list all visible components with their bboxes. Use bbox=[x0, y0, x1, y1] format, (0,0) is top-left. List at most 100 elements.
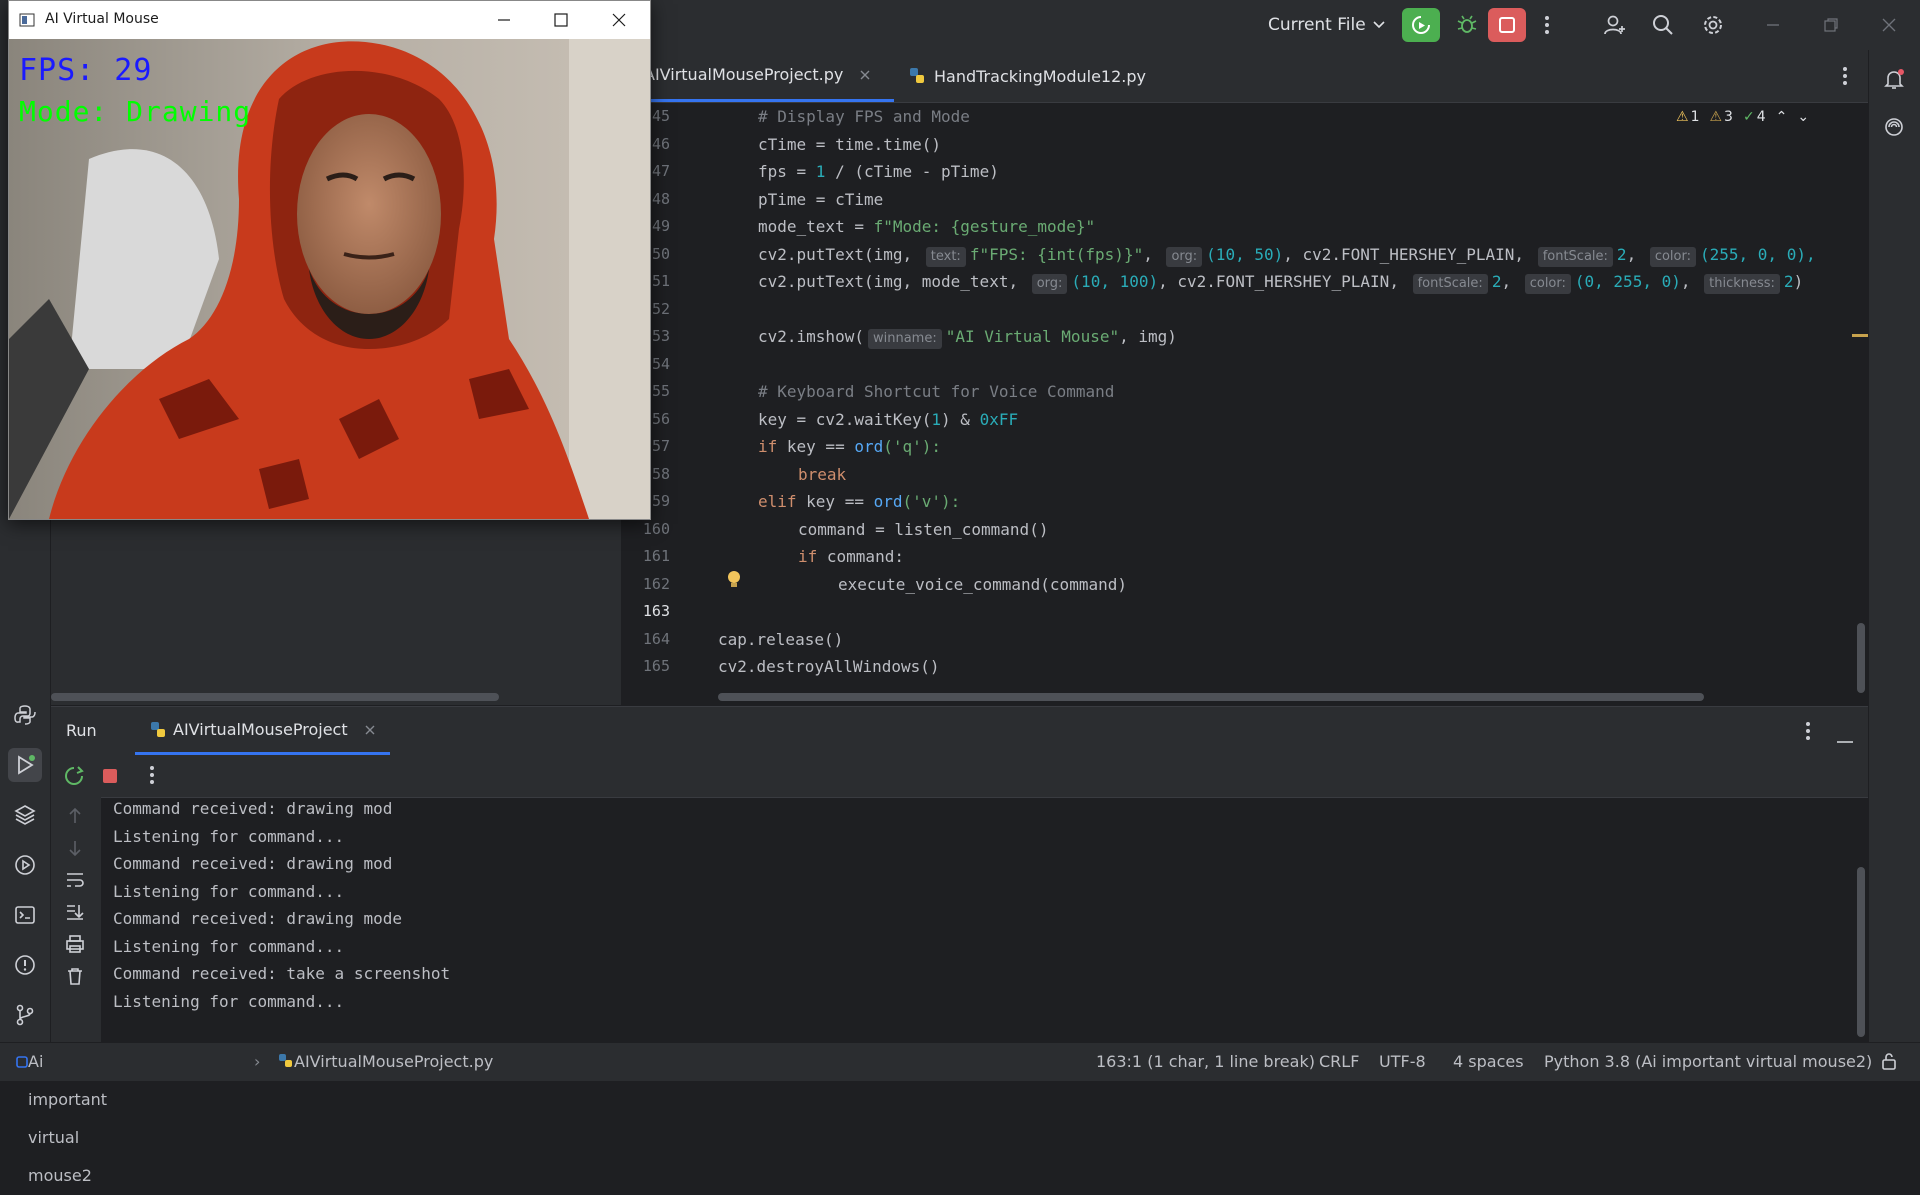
file-encoding[interactable]: UTF-8 bbox=[1379, 1043, 1426, 1081]
close-icon[interactable] bbox=[364, 724, 376, 736]
arrow-up-icon[interactable] bbox=[67, 807, 83, 829]
code-editor[interactable]: ⚠ 1 ⚠ 3 ✓ 4 ⌃ ⌄ # Display FPS and Mode cTime… bbox=[718, 103, 1868, 703]
app-icon bbox=[19, 13, 35, 27]
more-vertical-icon bbox=[1843, 67, 1847, 85]
param-hint: color: bbox=[1524, 274, 1571, 294]
run-more-button[interactable] bbox=[149, 765, 155, 789]
stop-button[interactable] bbox=[1488, 8, 1526, 42]
console-vertical-scrollbar[interactable] bbox=[1857, 867, 1865, 1037]
code-with-me-button[interactable] bbox=[1596, 0, 1634, 50]
code-line: fps = 1 / (cTime - pTime) bbox=[758, 162, 999, 181]
close-icon bbox=[1882, 18, 1896, 32]
ai-assistant-icon bbox=[1885, 118, 1903, 136]
warning-stripe-marker[interactable] bbox=[1852, 334, 1868, 337]
weak-warning-icon: ⚠ bbox=[1709, 109, 1723, 125]
python-packages-button[interactable] bbox=[8, 798, 42, 832]
run-toolbar bbox=[51, 755, 1868, 798]
camera-window-title: AI Virtual Mouse bbox=[45, 11, 159, 27]
settings-button[interactable] bbox=[1694, 0, 1732, 50]
terminal-button[interactable] bbox=[8, 898, 42, 932]
indent-setting[interactable]: 4 spaces bbox=[1453, 1043, 1524, 1081]
python-file-icon bbox=[279, 1054, 292, 1067]
param-hint: winname: bbox=[867, 329, 942, 349]
lock-icon[interactable] bbox=[1880, 1043, 1898, 1081]
module-icon bbox=[16, 1056, 28, 1068]
console-side-toolbar bbox=[51, 797, 101, 1043]
editor-horizontal-scrollbar[interactable] bbox=[718, 693, 1704, 701]
minimize-icon[interactable] bbox=[497, 13, 511, 27]
check-icon: ✓ bbox=[1742, 109, 1755, 125]
breadcrumb-file[interactable]: AIVirtualMouseProject.py bbox=[278, 1043, 493, 1081]
console-line: Command received: take a screenshot bbox=[113, 964, 451, 983]
rerun-button[interactable] bbox=[1402, 8, 1440, 42]
chevron-up-icon[interactable]: ⌃ bbox=[1776, 109, 1788, 125]
param-hint: fontScale: bbox=[1537, 246, 1613, 267]
python-file-icon bbox=[151, 721, 165, 737]
breadcrumb-project[interactable]: Ai important virtual mouse2 bbox=[16, 1043, 107, 1185]
tab-label: AIVirtualMouseProject.py bbox=[644, 65, 844, 84]
minimize-icon bbox=[1767, 24, 1779, 26]
scroll-to-end-icon[interactable] bbox=[65, 903, 85, 925]
more-vertical-icon bbox=[1806, 722, 1810, 740]
layers-icon bbox=[14, 805, 36, 825]
camera-window-titlebar[interactable]: AI Virtual Mouse bbox=[9, 1, 650, 39]
minimize-button[interactable] bbox=[1754, 0, 1792, 50]
run-config-selector[interactable]: Current File bbox=[1268, 0, 1386, 50]
more-actions-button[interactable] bbox=[1528, 0, 1566, 50]
console-line: Command received: drawing mod bbox=[113, 854, 393, 873]
run-tool-button[interactable] bbox=[8, 748, 42, 782]
console-line: Listening for command... bbox=[113, 936, 345, 956]
git-button[interactable] bbox=[8, 998, 42, 1032]
run-options-button[interactable] bbox=[1805, 721, 1811, 745]
code-line: if command: bbox=[798, 547, 904, 566]
minimize-icon bbox=[1837, 741, 1853, 743]
python-console-button[interactable] bbox=[8, 698, 42, 732]
maximize-icon[interactable] bbox=[554, 13, 568, 27]
services-button[interactable] bbox=[8, 848, 42, 882]
tool-window-strip-right bbox=[1868, 50, 1920, 1042]
python-console-icon bbox=[14, 705, 36, 725]
cursor-position[interactable]: 163:1 (1 char, 1 line break) bbox=[1096, 1043, 1315, 1081]
chevron-down-icon[interactable]: ⌄ bbox=[1797, 109, 1809, 125]
debug-button[interactable] bbox=[1448, 0, 1486, 50]
weak-warning-count: 3 bbox=[1724, 109, 1733, 125]
param-hint: text: bbox=[925, 246, 966, 267]
python-file-icon bbox=[910, 68, 924, 83]
code-line: key = cv2.waitKey(1) & 0xFF bbox=[758, 409, 1019, 429]
arrow-down-icon[interactable] bbox=[67, 839, 83, 861]
line-separator[interactable]: CRLF bbox=[1319, 1043, 1359, 1081]
line-number: 162 bbox=[642, 574, 670, 593]
run-header: Run AIVirtualMouseProject bbox=[51, 707, 1868, 755]
close-icon[interactable] bbox=[612, 13, 626, 27]
ai-assistant-button[interactable] bbox=[1877, 110, 1911, 144]
rerun-button[interactable] bbox=[63, 765, 85, 791]
soft-wrap-icon[interactable] bbox=[65, 871, 85, 893]
editor-tabs-menu-button[interactable] bbox=[1842, 66, 1848, 90]
stop-button[interactable] bbox=[101, 767, 119, 789]
inspections-widget[interactable]: ⚠ 1 ⚠ 3 ✓ 4 ⌃ ⌄ bbox=[1676, 109, 1809, 125]
restore-button[interactable] bbox=[1812, 0, 1850, 50]
restore-icon bbox=[1824, 18, 1838, 32]
close-icon[interactable] bbox=[859, 69, 871, 81]
problems-button[interactable] bbox=[8, 948, 42, 982]
lightbulb-icon[interactable] bbox=[726, 569, 742, 593]
tab-handtrackingmodule12[interactable]: HandTrackingModule12.py bbox=[908, 50, 1146, 102]
project-horizontal-scrollbar[interactable] bbox=[51, 693, 499, 701]
tab-aivirtualmouseproject[interactable]: AIVirtualMouseProject.py bbox=[622, 50, 894, 102]
run-tab[interactable]: AIVirtualMouseProject bbox=[135, 707, 390, 755]
notifications-button[interactable] bbox=[1877, 62, 1911, 96]
print-icon[interactable] bbox=[65, 935, 85, 957]
trash-icon[interactable] bbox=[65, 967, 85, 989]
editor-vertical-scrollbar[interactable] bbox=[1857, 623, 1865, 693]
warning-count: 1 bbox=[1690, 109, 1700, 125]
more-vertical-icon bbox=[150, 766, 154, 784]
close-button[interactable] bbox=[1870, 0, 1908, 50]
search-button[interactable] bbox=[1644, 0, 1682, 50]
run-title: Run bbox=[66, 721, 97, 740]
camera-feed: FPS: 29 Mode: Drawing bbox=[9, 39, 650, 519]
camera-window[interactable]: AI Virtual Mouse FPS: 29 Mode: Drawing bbox=[8, 0, 651, 520]
line-number: 164 bbox=[642, 629, 670, 648]
hide-panel-button[interactable] bbox=[1837, 729, 1853, 748]
python-interpreter[interactable]: Python 3.8 (Ai important virtual mouse2) bbox=[1544, 1043, 1872, 1081]
run-icon bbox=[18, 755, 35, 775]
